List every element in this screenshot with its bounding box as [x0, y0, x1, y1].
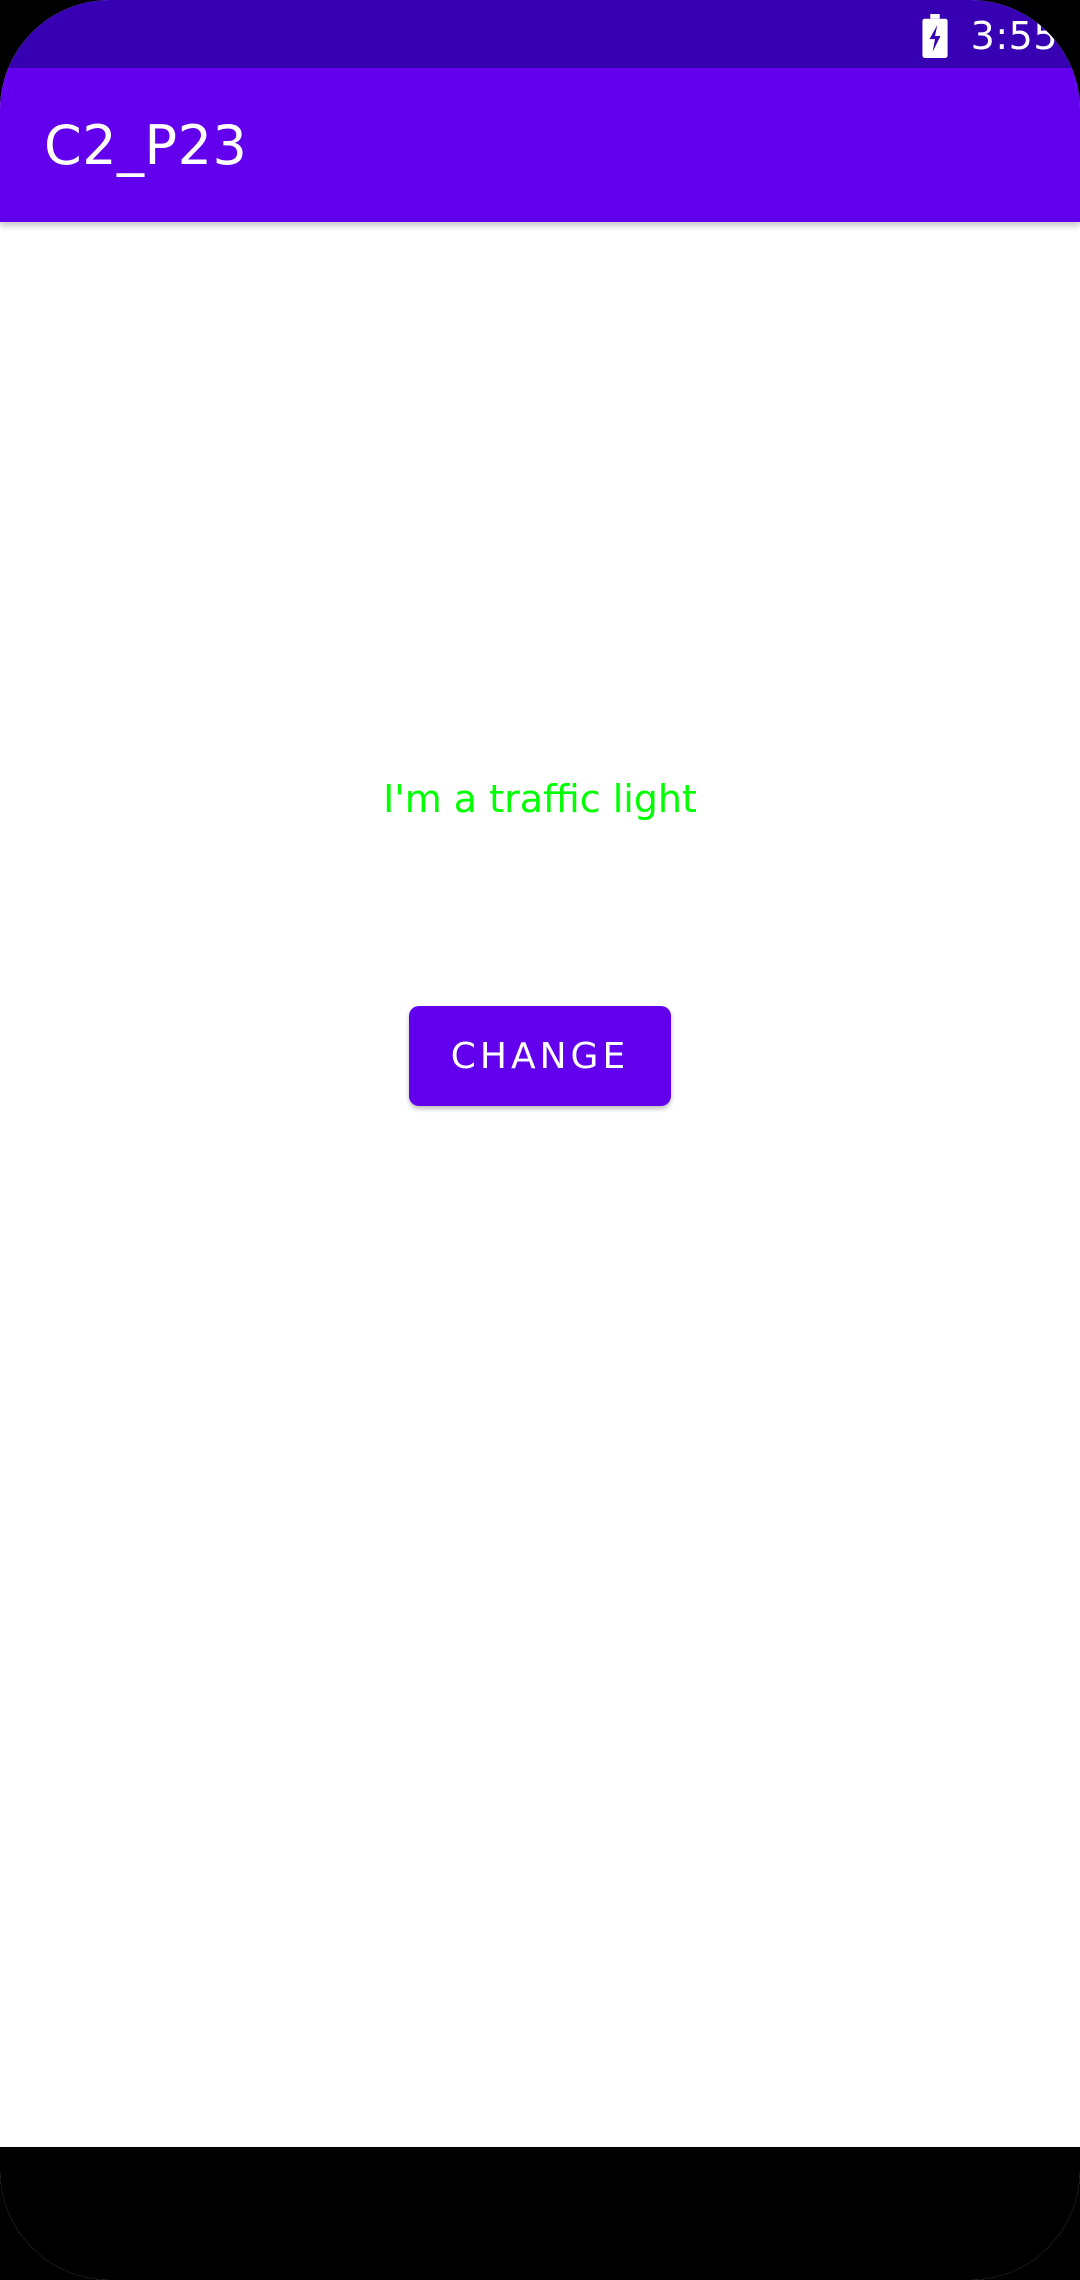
battery-charging-icon: [915, 14, 955, 58]
clock: 3:55: [970, 14, 1058, 58]
navigation-bar: [0, 2147, 1080, 2280]
app-bar: C2_P23: [0, 68, 1080, 222]
status-bar: 3:55: [0, 0, 1080, 68]
status-icons: 3:55: [915, 12, 1058, 60]
app-title: C2_P23: [44, 113, 248, 177]
change-button[interactable]: CHANGE: [409, 1006, 671, 1106]
phone-screen: 3:55 C2_P23 I'm a traffic light CHANGE: [0, 0, 1080, 2280]
traffic-light-message: I'm a traffic light: [383, 777, 697, 821]
main-content: I'm a traffic light CHANGE: [0, 222, 1080, 2147]
